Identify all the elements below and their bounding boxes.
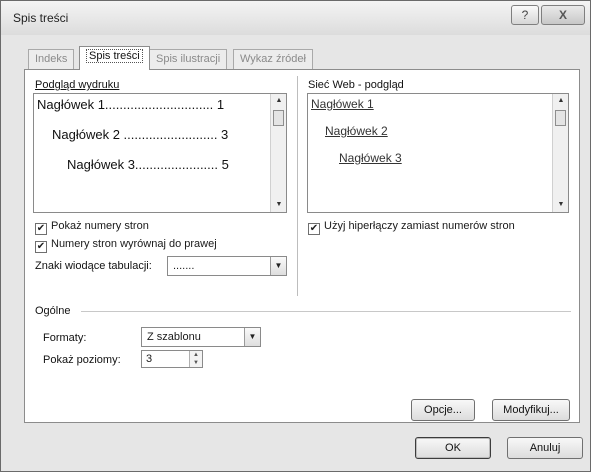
modify-button[interactable]: Modyfikuj... <box>492 399 570 421</box>
show-levels-label: Pokaż poziomy: <box>43 354 121 366</box>
dialog-title: Spis treści <box>13 11 69 25</box>
decrement-icon[interactable]: ▼ <box>190 359 202 367</box>
print-preview-scrollbar[interactable]: ▲ ▼ <box>270 94 286 212</box>
tab-leader-label: Znaki wiodące tabulacji: <box>35 260 152 272</box>
web-preview-box: Nagłówek 1 Nagłówek 2 Nagłówek 3 ▲ ▼ <box>307 93 569 213</box>
scroll-thumb[interactable] <box>273 110 284 126</box>
tab-label: Wykaz źródeł <box>240 53 306 65</box>
tab-panel: Podgląd wydruku Nagłówek 1..............… <box>24 69 580 423</box>
scroll-up-icon[interactable]: ▲ <box>271 94 286 108</box>
increment-icon[interactable]: ▲ <box>190 351 202 359</box>
tab-table-of-authorities[interactable]: Wykaz źródeł <box>233 49 313 69</box>
checkbox-label: Numery stron wyrównaj do prawej <box>51 238 217 250</box>
tab-index[interactable]: Indeks <box>28 49 75 69</box>
chevron-down-icon[interactable]: ▼ <box>270 257 286 275</box>
tab-label: Spis treści <box>86 49 143 63</box>
web-preview-link: Nagłówek 1 <box>311 97 374 111</box>
scroll-down-icon[interactable]: ▼ <box>553 198 568 212</box>
tab-leader-select[interactable]: ....... ▼ <box>167 256 287 276</box>
chevron-down-icon[interactable]: ▼ <box>244 328 260 346</box>
web-preview-scrollbar[interactable]: ▲ ▼ <box>552 94 568 212</box>
title-bar: Spis treści ? X <box>1 1 590 35</box>
web-preview-link: Nagłówek 3 <box>339 151 402 165</box>
toc-dialog: Spis treści ? X Indeks Spis treści Spis … <box>0 0 591 472</box>
ok-button[interactable]: OK <box>415 437 491 459</box>
right-align-page-numbers-checkbox[interactable]: ✔ Numery stron wyrównaj do prawej <box>35 238 217 253</box>
close-button[interactable]: X <box>541 5 585 25</box>
show-levels-stepper[interactable]: 3 ▲ ▼ <box>141 350 203 368</box>
tab-label: Indeks <box>35 53 68 65</box>
print-preview-line: Nagłówek 1..............................… <box>37 97 225 112</box>
general-group-label: Ogólne <box>35 305 71 317</box>
formats-label: Formaty: <box>43 332 87 344</box>
scroll-thumb[interactable] <box>555 110 566 126</box>
show-levels-value: 3 <box>146 353 153 365</box>
check-icon: ✔ <box>308 223 320 235</box>
scroll-up-icon[interactable]: ▲ <box>553 94 568 108</box>
tab-leader-value: ....... <box>173 260 195 272</box>
options-button[interactable]: Opcje... <box>411 399 475 421</box>
print-preview-box: Nagłówek 1..............................… <box>33 93 287 213</box>
stepper-buttons[interactable]: ▲ ▼ <box>189 351 202 367</box>
general-divider <box>81 311 571 312</box>
scroll-down-icon[interactable]: ▼ <box>271 198 286 212</box>
help-button[interactable]: ? <box>511 5 539 25</box>
print-preview-label: Podgląd wydruku <box>35 79 120 91</box>
web-preview-label: Sieć Web - podgląd <box>308 79 404 91</box>
formats-value: Z szablonu <box>147 331 201 343</box>
show-page-numbers-checkbox[interactable]: ✔ Pokaż numery stron <box>35 220 149 235</box>
cancel-button[interactable]: Anuluj <box>507 437 583 459</box>
vertical-divider <box>297 76 298 296</box>
checkbox-label: Użyj hiperłączy zamiast numerów stron <box>324 220 515 232</box>
help-icon: ? <box>521 8 529 22</box>
formats-select[interactable]: Z szablonu ▼ <box>141 327 261 347</box>
print-preview-line: Nagłówek 2 .......................... 3 <box>52 127 229 142</box>
print-preview-line: Nagłówek 3....................... 5 <box>67 157 229 172</box>
tab-table-of-contents[interactable]: Spis treści <box>79 46 150 70</box>
close-icon: X <box>558 8 567 22</box>
check-icon: ✔ <box>35 223 47 235</box>
tab-table-of-figures[interactable]: Spis ilustracji <box>149 49 228 69</box>
web-preview-link: Nagłówek 2 <box>325 124 388 138</box>
use-hyperlinks-checkbox[interactable]: ✔ Użyj hiperłączy zamiast numerów stron <box>308 220 515 235</box>
check-icon: ✔ <box>35 241 47 253</box>
checkbox-label: Pokaż numery stron <box>51 220 149 232</box>
tab-label: Spis ilustracji <box>156 53 221 65</box>
